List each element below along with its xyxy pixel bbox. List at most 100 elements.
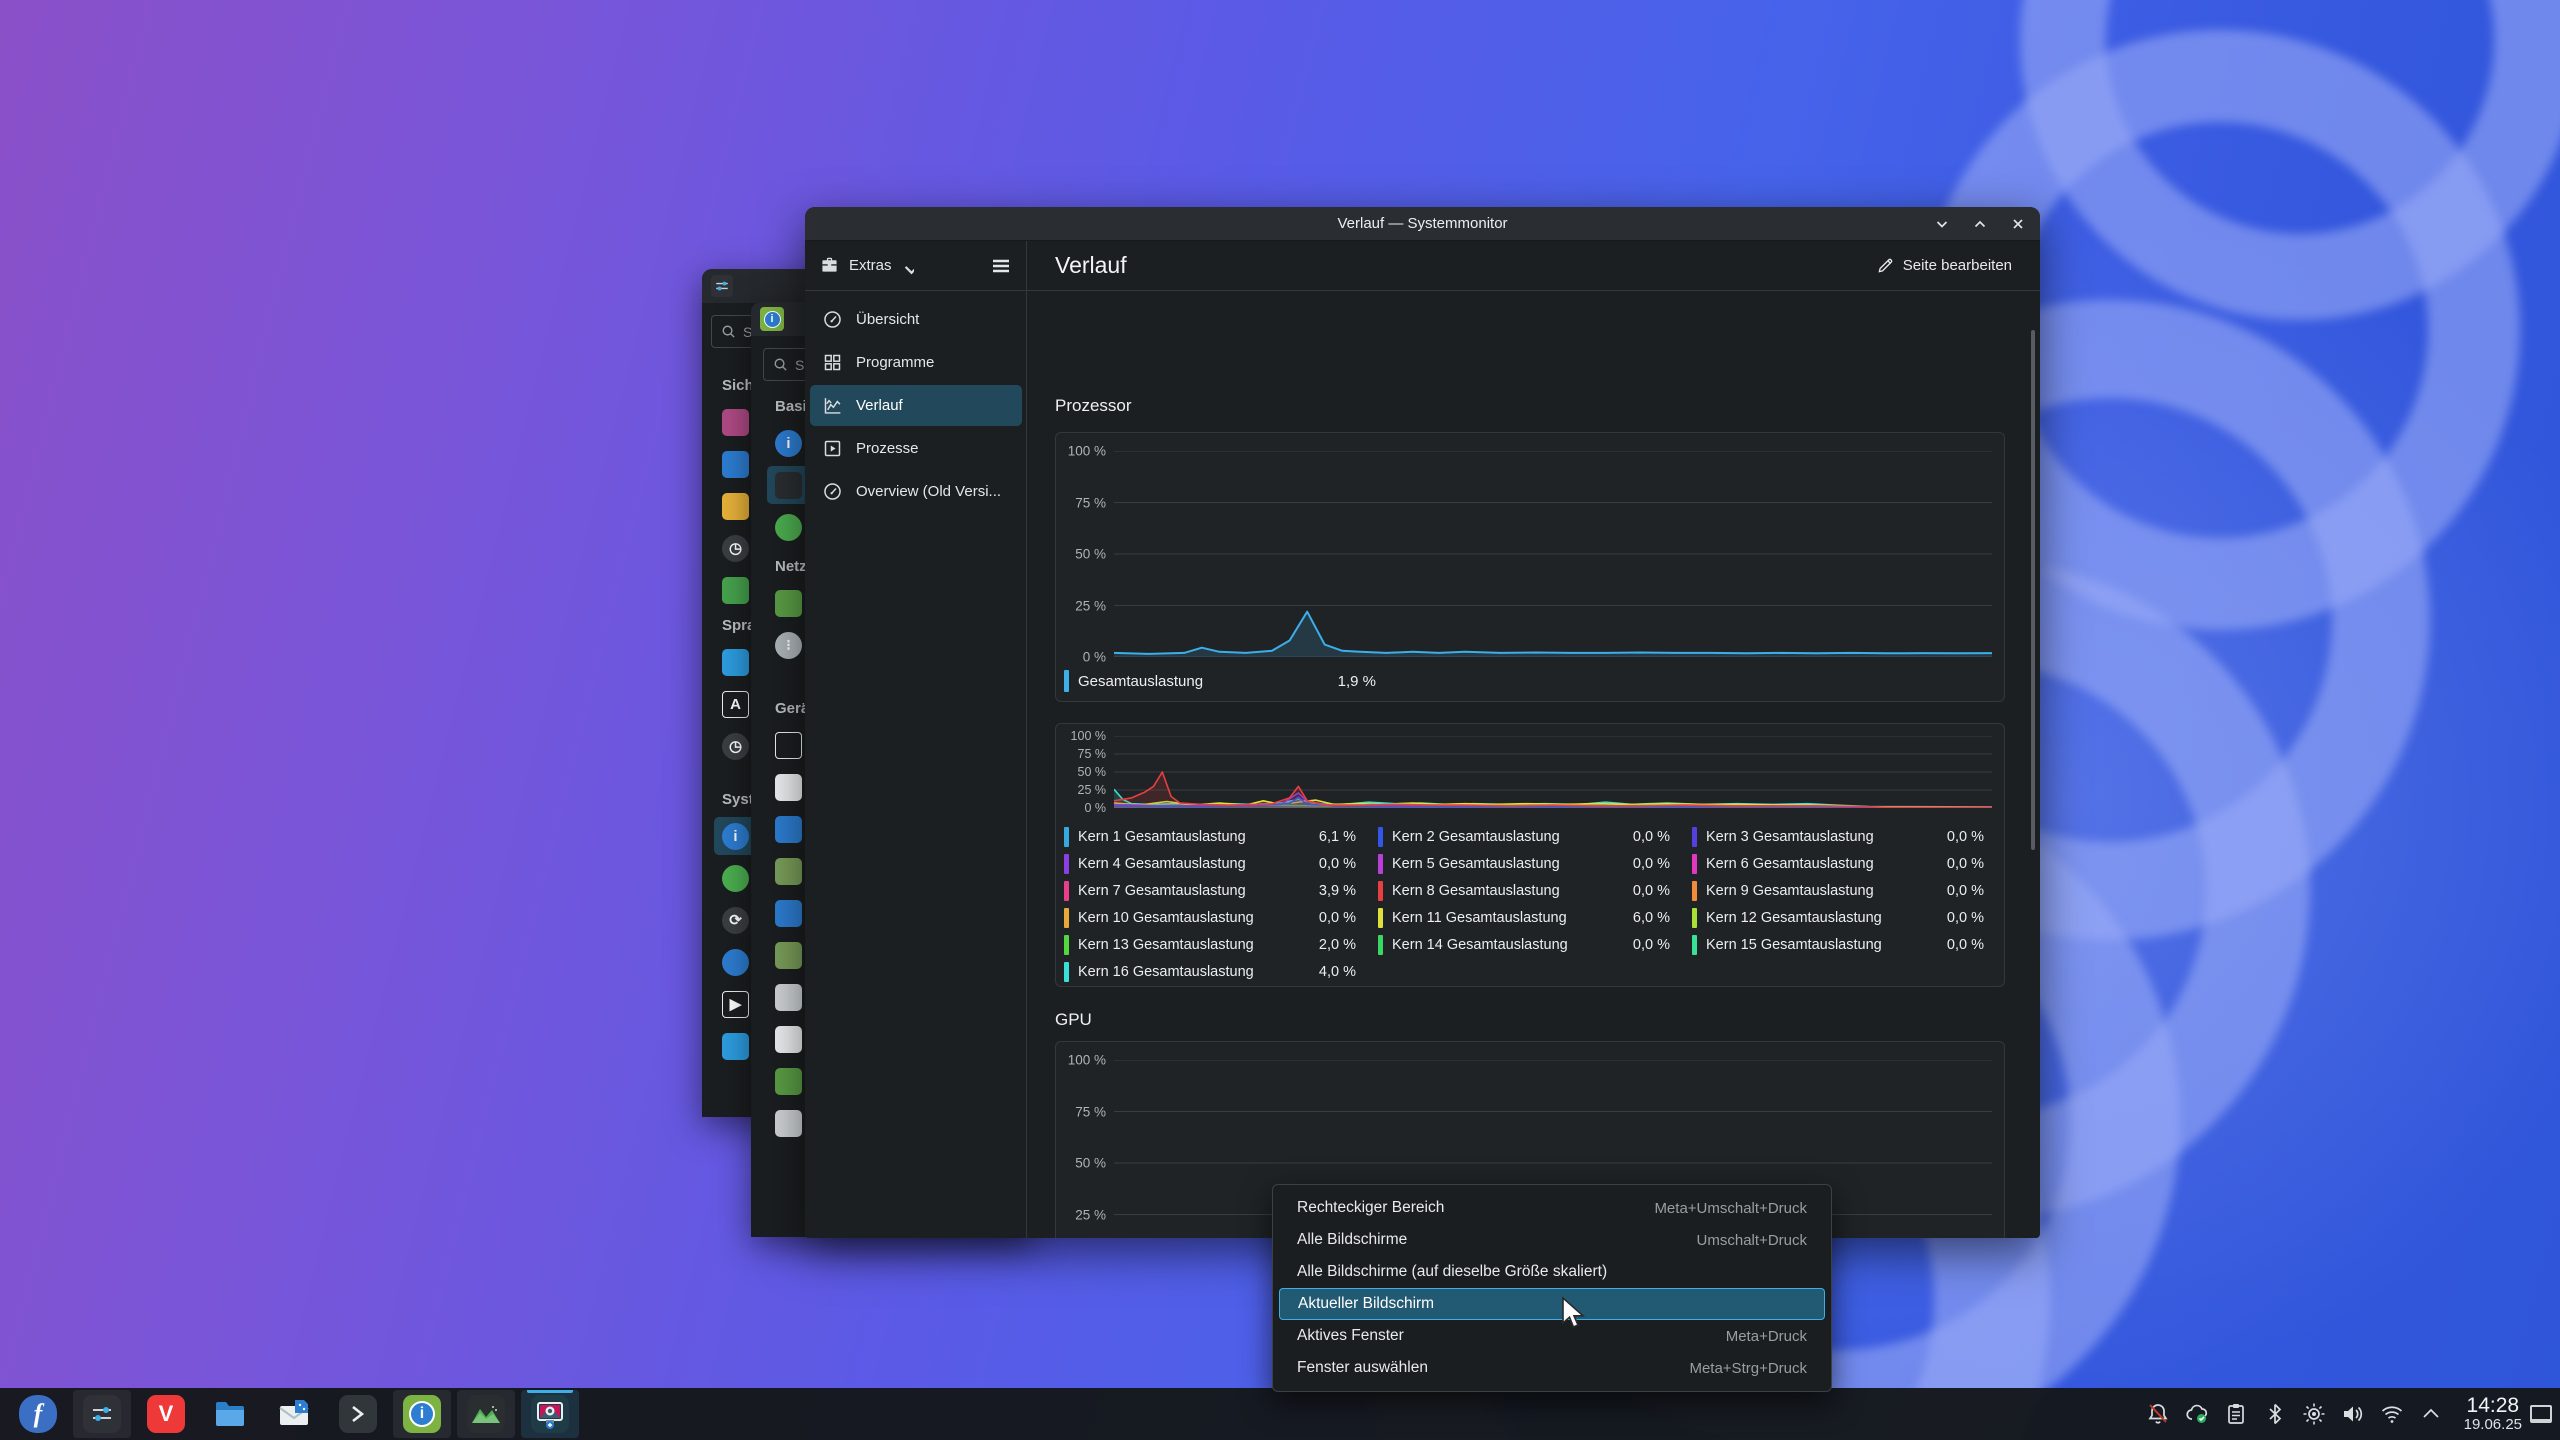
toolbox-icon: [819, 255, 840, 276]
core-legend-item: Kern 12 Gesamtauslastung 0,0 %: [1692, 904, 1998, 931]
menu-item-label: Aktives Fenster: [1297, 1327, 1404, 1345]
pencil-icon: [1877, 257, 1894, 274]
core-legend-item: Kern 9 Gesamtauslastung0,0 %: [1692, 877, 1998, 904]
menu-item-aktives-fenster[interactable]: Aktives Fenster Meta+Druck: [1279, 1320, 1825, 1352]
core-legend-value: 0,0 %: [1947, 910, 1998, 926]
maximize-button[interactable]: [1972, 216, 1988, 232]
cpu-legend-label: Gesamtauslastung: [1078, 673, 1203, 690]
sidebar-item-prozesse[interactable]: Prozesse: [810, 428, 1022, 469]
taskbar-system-settings[interactable]: [73, 1390, 131, 1438]
core-legend-value: 6,1 %: [1319, 829, 1370, 845]
shield-lock-icon: [775, 816, 802, 843]
y-axis-tick: 25 %: [1075, 598, 1106, 613]
extras-menu-button[interactable]: Extras: [819, 255, 914, 276]
sidebar-item-label: Programme: [856, 354, 934, 371]
core-legend-label: Kern 4 Gesamtauslastung: [1078, 856, 1246, 872]
expand-tray-icon[interactable]: [2418, 1401, 2444, 1427]
core-legend-value: 0,0 %: [1633, 937, 1684, 953]
core-legend-value: 0,0 %: [1947, 883, 1998, 899]
clock-time: 14:28: [2464, 1394, 2522, 1418]
menu-item-aktueller-bildschirm[interactable]: Aktueller Bildschirm: [1279, 1288, 1825, 1320]
system-tray: [2145, 1401, 2454, 1427]
sidebar-item-label: Overview (Old Versi...: [856, 483, 1001, 500]
core-legend-value: 3,9 %: [1319, 883, 1370, 899]
core-legend-chip: [1692, 881, 1697, 901]
taskbar-spectacle[interactable]: [521, 1390, 579, 1438]
core-legend-chip: [1378, 827, 1383, 847]
search-icon: [721, 324, 736, 339]
clock-icon: ◷: [722, 733, 749, 760]
core-legend-label: Kern 16 Gesamtauslastung: [1078, 964, 1254, 980]
chip-blue-icon: [775, 900, 802, 927]
cpu-cores-chart-plot: [1114, 736, 1992, 808]
y-axis-tick: 50 %: [1075, 547, 1106, 562]
menu-item-alle-bildschirme[interactable]: Alle BildschirmeUmschalt+Druck: [1279, 1224, 1825, 1256]
core-legend-item: Kern 13 Gesamtauslastung2,0 %: [1064, 931, 1370, 958]
core-legend-value: 6,0 %: [1633, 910, 1684, 926]
chart-green-icon: [775, 472, 802, 499]
taskbar-vivaldi-browser[interactable]: V: [137, 1390, 195, 1438]
search-icon: [773, 357, 788, 372]
brightness-icon[interactable]: [2301, 1401, 2327, 1427]
bluetooth-icon[interactable]: [2262, 1401, 2288, 1427]
vertical-scrollbar[interactable]: [2031, 330, 2035, 850]
sidebar-item-programme[interactable]: Programme: [810, 342, 1022, 383]
menu-item-label: Alle Bildschirme (auf dieselbe Größe ska…: [1297, 1263, 1607, 1281]
menu-item-label: Aktueller Bildschirm: [1298, 1295, 1434, 1313]
core-legend-label: Kern 12 Gesamtauslastung: [1706, 910, 1882, 926]
monitor-titlebar[interactable]: Verlauf — Systemmonitor: [805, 207, 2040, 241]
taskbar-info-center[interactable]: i: [393, 1390, 451, 1438]
cloud-sync-icon[interactable]: [2184, 1401, 2210, 1427]
sidebar-item-verlauf[interactable]: Verlauf: [810, 385, 1022, 426]
cpu-cores-chart-card: Kern 1 Gesamtauslastung6,1 %Kern 2 Gesam…: [1055, 723, 2005, 987]
menu-item-alle-bildschirme-auf-dieselbe-größe-skaliert-[interactable]: Alle Bildschirme (auf dieselbe Größe ska…: [1279, 1256, 1825, 1288]
edit-page-button[interactable]: Seite bearbeiten: [1877, 257, 2012, 274]
taskbar-launcher-fedora[interactable]: f: [9, 1390, 67, 1438]
taskbar-system-monitor[interactable]: [457, 1390, 515, 1438]
core-legend-value: 0,0 %: [1319, 910, 1370, 926]
gpu-section-title: GPU: [1055, 1010, 1092, 1030]
chip-icon: [775, 858, 802, 885]
notifications-muted-icon[interactable]: [2145, 1401, 2171, 1427]
core-legend-chip: [1692, 935, 1697, 955]
core-legend-item: Kern 6 Gesamtauslastung0,0 %: [1692, 850, 1998, 877]
show-desktop-button[interactable]: [2530, 1405, 2552, 1423]
menu-item-shortcut: Meta+Druck: [1666, 1328, 1807, 1345]
clipboard-icon[interactable]: [2223, 1401, 2249, 1427]
digital-clock[interactable]: 14:28 19.06.25: [2464, 1394, 2522, 1434]
y-axis-tick: 0 %: [1084, 801, 1106, 815]
core-legend-chip: [1378, 935, 1383, 955]
core-legend-label: Kern 3 Gesamtauslastung: [1706, 829, 1874, 845]
sidebar-item-label: Verlauf: [856, 397, 903, 414]
core-legend-item: Kern 1 Gesamtauslastung6,1 %: [1064, 823, 1370, 850]
info-blue-icon: i: [722, 823, 749, 850]
font-icon: A: [722, 691, 749, 718]
core-legend-item: Kern 8 Gesamtauslastung0,0 %: [1378, 877, 1684, 904]
core-legend-chip: [1064, 854, 1069, 874]
close-button[interactable]: [2010, 216, 2026, 232]
disk-icon: [775, 984, 802, 1011]
hamburger-menu-button[interactable]: [990, 255, 1012, 277]
taskbar-terminal[interactable]: [329, 1390, 387, 1438]
volume-icon[interactable]: [2340, 1401, 2366, 1427]
history-page-scroll-area[interactable]: Prozessor Gesamtauslastung 1,9 % 100 %75…: [1027, 292, 2040, 1238]
page-title: Verlauf: [1055, 252, 1127, 279]
taskbar-file-manager[interactable]: [201, 1390, 259, 1438]
system-monitor-window[interactable]: Verlauf — Systemmonitor Extras Verlauf: [805, 207, 2040, 1238]
sidebar-item-overview-old-versi-[interactable]: Overview (Old Versi...: [810, 471, 1022, 512]
cpu-section-title: Prozessor: [1055, 396, 1132, 416]
core-legend-chip: [1692, 908, 1697, 928]
sidebar-item-übersicht[interactable]: Übersicht: [810, 299, 1022, 340]
thermometer-icon: [775, 1026, 802, 1053]
update-icon: ⟳: [722, 907, 749, 934]
y-axis-tick: 50 %: [1078, 765, 1107, 779]
core-legend-value: 0,0 %: [1947, 937, 1998, 953]
minimize-button[interactable]: [1934, 216, 1950, 232]
network-wifi-icon[interactable]: [2379, 1401, 2405, 1427]
menu-item-rechteckiger-bereich[interactable]: Rechteckiger BereichMeta+Umschalt+Druck: [1279, 1192, 1825, 1224]
taskbar-mail-client[interactable]: [265, 1390, 323, 1438]
menu-item-shortcut: Umschalt+Druck: [1637, 1232, 1807, 1249]
core-legend-label: Kern 13 Gesamtauslastung: [1078, 937, 1254, 953]
menu-item-fenster-auswählen[interactable]: Fenster auswählenMeta+Strg+Druck: [1279, 1352, 1825, 1384]
y-axis-tick: 100 %: [1068, 444, 1106, 459]
